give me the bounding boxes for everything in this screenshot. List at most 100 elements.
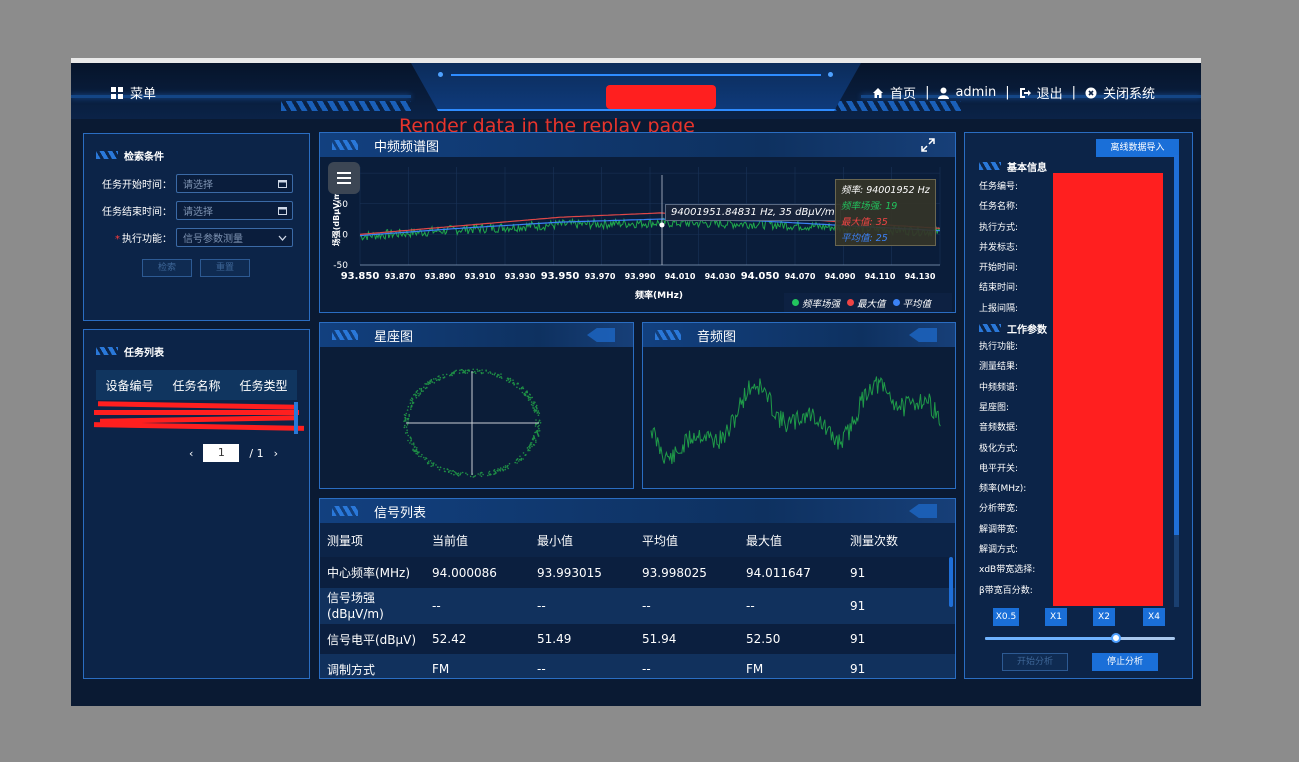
col-task-type: 任务类型 — [239, 378, 288, 393]
function-label: * 执行功能： — [115, 234, 172, 245]
speed-1x-button[interactable]: X1 — [1045, 608, 1067, 626]
table-row[interactable]: 信号电平(dBμV) 52.42 51.49 51.94 52.50 91 — [320, 624, 955, 654]
col-item: 测量项 — [320, 523, 425, 557]
x-tick-label: 93.870 — [385, 272, 416, 281]
search-buttons: 检索 重置 — [142, 259, 309, 277]
redaction-mark — [94, 410, 299, 415]
stop-analysis-button[interactable]: 停止分析 — [1092, 653, 1158, 671]
col-min: 最小值 — [530, 523, 635, 557]
legend-strength[interactable]: 频率场强 — [792, 296, 840, 310]
tooltip-freq: 频率: 94001952 Hz — [841, 185, 930, 196]
right-info-panel: 离线数据导入 基本信息 任务编号: 任务名称: 执行方式: 并发标志: 开始时间… — [964, 132, 1193, 679]
top-nav: 首页 | admin | 退出 | 关闭系统 — [872, 83, 1155, 102]
start-time-row: 任务开始时间： 请选择 — [84, 174, 309, 193]
legend-max[interactable]: 最大值 — [847, 296, 886, 310]
legend-avg[interactable]: 平均值 — [892, 296, 931, 310]
chart-legend: 频率场强 最大值 平均值 — [784, 293, 952, 312]
expand-icon[interactable] — [921, 138, 935, 152]
playback-slider-handle[interactable] — [1111, 633, 1122, 643]
speed-0.5x-button[interactable]: X0.5 — [993, 608, 1019, 626]
x-tick-label: 94.110 — [865, 272, 896, 281]
table-scrollbar[interactable] — [949, 557, 953, 607]
search-button[interactable]: 检索 — [142, 259, 192, 277]
signal-list-title: 信号列表 — [374, 505, 427, 521]
calendar-icon — [278, 180, 287, 188]
x-tick-label: 93.910 — [465, 272, 496, 281]
page-title-redacted — [606, 85, 716, 109]
end-time-row: 任务结束时间： 请选择 — [84, 201, 309, 220]
data-tooltip: 频率: 94001952 Hz 频率场强: 19 最大值: 35 平均值: 25 — [835, 179, 936, 246]
next-page-icon[interactable]: › — [274, 447, 278, 460]
user-icon — [938, 87, 950, 99]
import-offline-data-button[interactable]: 离线数据导入 — [1096, 139, 1179, 157]
end-time-input[interactable]: 请选择 — [176, 201, 293, 220]
audio-title: 音频图 — [697, 329, 737, 345]
nav-close-system[interactable]: 关闭系统 — [1085, 83, 1155, 102]
y-axis-label: 场强(dBμV/m) — [331, 188, 341, 246]
constellation-title: 星座图 — [374, 329, 414, 345]
menu-label: 菜单 — [130, 87, 157, 102]
table-row[interactable]: 调制方式 FM -- -- FM 91 — [320, 654, 955, 678]
task-table-header: 设备编号 任务名称 任务类型 — [96, 370, 297, 400]
nav-user[interactable]: admin — [938, 85, 996, 100]
constellation-chart — [320, 347, 633, 488]
col-device-id: 设备编号 — [105, 378, 154, 393]
signal-list-title-bar: 信号列表 — [320, 499, 955, 523]
header-right-stripe — [831, 101, 961, 111]
table-row[interactable]: 中心频率(MHz) 94.000086 93.993015 93.998025 94.0… — [320, 557, 955, 588]
tooltip-strength: 频率场强: 19 — [841, 201, 898, 212]
tooltip-avg: 平均值: 25 — [841, 233, 888, 244]
speed-2x-button[interactable]: X2 — [1093, 608, 1115, 626]
nav-home[interactable]: 首页 — [872, 83, 916, 102]
home-icon — [873, 87, 884, 98]
nav-separator: | — [925, 85, 930, 100]
chart-menu-button[interactable] — [328, 162, 360, 194]
search-panel-title: 检索条件 — [84, 144, 309, 166]
speed-4x-button[interactable]: X4 — [1143, 608, 1165, 626]
start-time-input[interactable]: 请选择 — [176, 174, 293, 193]
x-tick-label: 94.070 — [785, 272, 816, 281]
page-input[interactable]: 1 — [203, 444, 240, 462]
search-panel: 检索条件 任务开始时间： 请选择 任务结束时间： 请选择 * 执行功能： 信号参数… — [83, 133, 310, 321]
start-analysis-button[interactable]: 开始分析 — [1002, 653, 1068, 671]
col-max: 最大值 — [739, 523, 843, 557]
calendar-icon — [278, 207, 287, 215]
x-tick-label: 93.950 — [541, 271, 580, 282]
header-dot-right — [828, 72, 833, 77]
redaction-mark — [93, 422, 305, 431]
crosshair-point — [659, 222, 665, 228]
nav-separator: | — [1005, 85, 1010, 100]
x-tick-label: 93.990 — [625, 272, 656, 281]
info-scrollbar-track — [1174, 155, 1179, 607]
signal-table-header: 测量项 当前值 最小值 平均值 最大值 测量次数 — [320, 523, 955, 557]
x-tick-label: 94.130 — [905, 272, 936, 281]
prev-page-icon[interactable]: ‹ — [189, 447, 193, 460]
x-tick-label: 94.010 — [665, 272, 696, 281]
col-task-name: 任务名称 — [172, 378, 221, 393]
info-scrollbar-thumb[interactable] — [1174, 155, 1179, 535]
function-row: * 执行功能： 信号参数测量 — [84, 228, 309, 247]
playback-slider-fill — [985, 637, 1117, 640]
x-tick-label: 94.030 — [705, 272, 736, 281]
tooltip-max: 最大值: 35 — [841, 217, 888, 228]
constellation-panel: 星座图 — [319, 322, 634, 489]
start-time-label: 任务开始时间： — [102, 180, 172, 191]
x-tick-label: 93.890 — [425, 272, 456, 281]
spectrum-title: 中频频谱图 — [374, 139, 440, 155]
table-row[interactable]: 信号场强 (dBμV/m) -- -- -- -- 91 — [320, 588, 955, 624]
grid-menu-icon — [111, 86, 123, 99]
header-left-stripe — [281, 101, 411, 111]
close-circle-icon — [1085, 87, 1097, 98]
nav-user-label: admin — [955, 85, 997, 100]
x-tick-label: 93.850 — [341, 271, 380, 282]
nav-logout[interactable]: 退出 — [1019, 83, 1063, 102]
end-time-label: 任务结束时间： — [102, 207, 172, 218]
task-table-row[interactable] — [93, 401, 305, 434]
signal-table: 测量项 当前值 最小值 平均值 最大值 测量次数 中心频率(MHz) 94.000… — [320, 523, 955, 678]
reset-button[interactable]: 重置 — [200, 259, 250, 277]
playback-slider[interactable] — [985, 633, 1175, 643]
col-count: 测量次数 — [843, 523, 955, 557]
function-select[interactable]: 信号参数测量 — [176, 228, 293, 247]
signal-list-panel: 信号列表 测量项 当前值 最小值 平均值 最大值 测量次数 中心频率(MHz) 9… — [319, 498, 956, 679]
menu-button[interactable]: 菜单 — [111, 83, 156, 102]
